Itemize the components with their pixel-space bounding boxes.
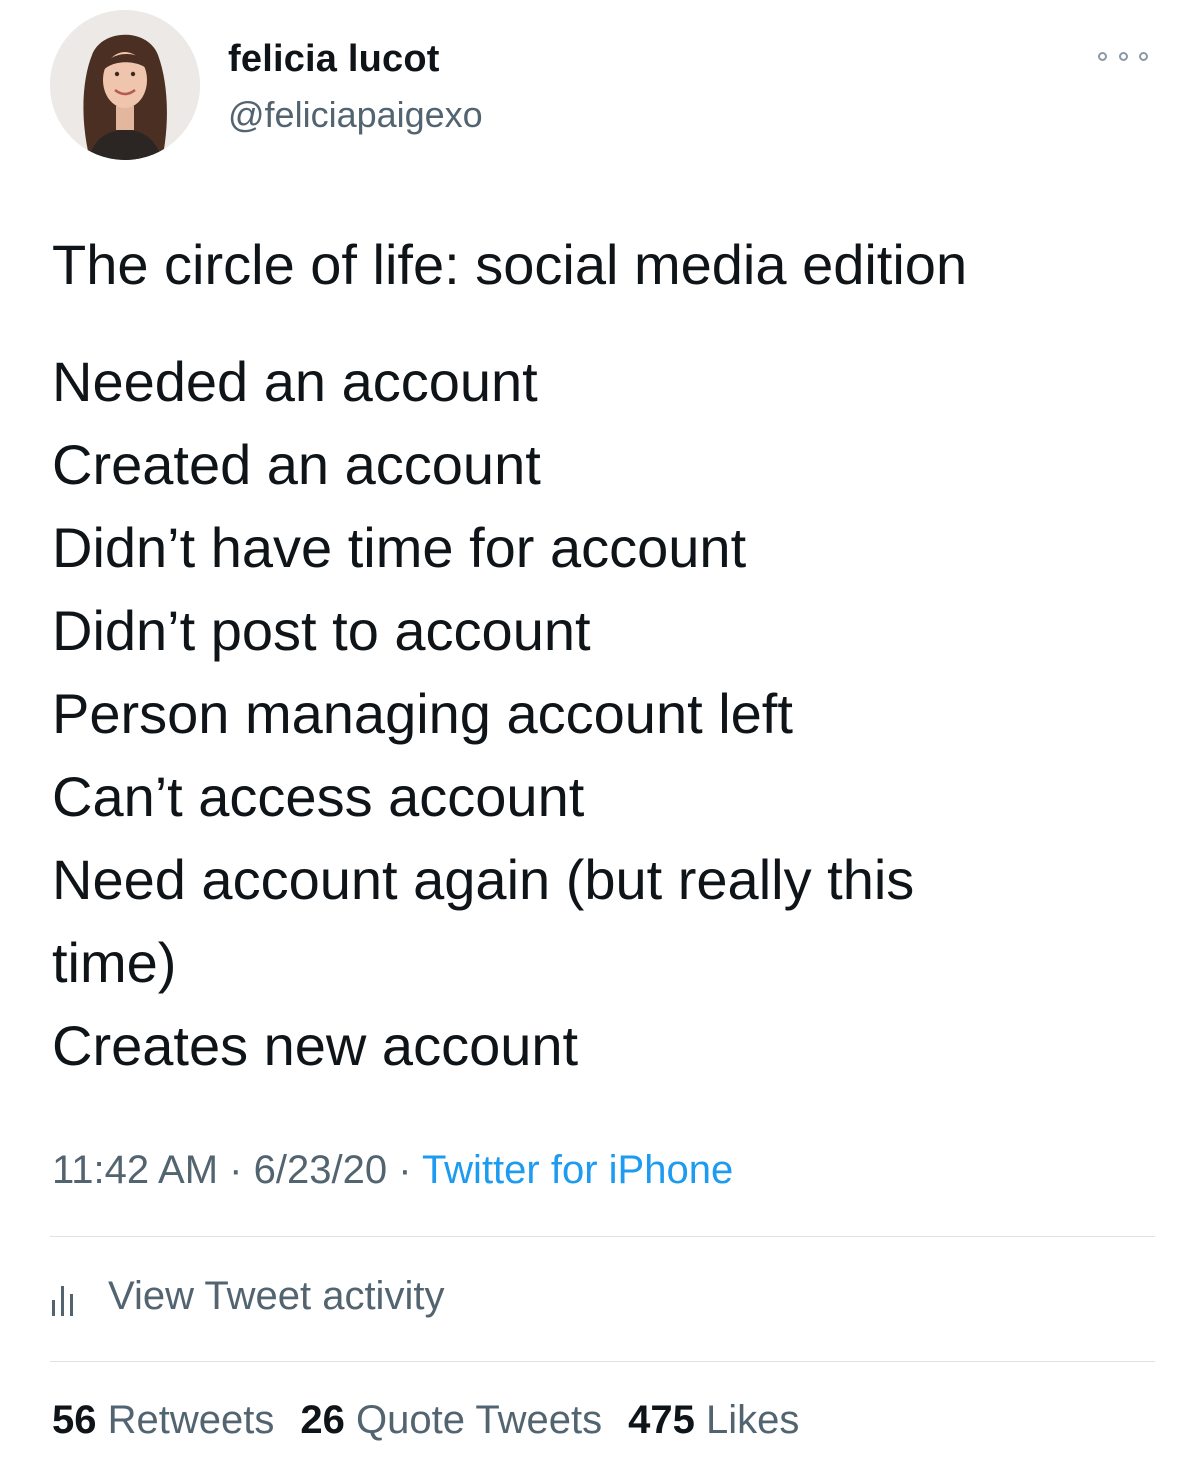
view-tweet-activity-label: View Tweet activity <box>108 1273 445 1318</box>
divider <box>50 1236 1155 1237</box>
author-display-name[interactable]: felicia lucot <box>228 38 440 81</box>
tweet-stats: 56 Retweets 26 Quote Tweets 475 Likes <box>52 1398 799 1443</box>
author-handle[interactable]: @feliciapaigexo <box>228 94 483 136</box>
tweet-line: time) <box>52 931 177 994</box>
tweet-line: Person managing account left <box>52 682 793 745</box>
retweets-stat[interactable]: 56 Retweets <box>52 1398 274 1443</box>
tweet-header: felicia lucot @feliciapaigexo <box>50 10 1150 160</box>
quote-tweets-stat[interactable]: 26 Quote Tweets <box>300 1398 602 1443</box>
ellipsis-icon <box>1098 51 1107 61</box>
quote-tweets-label: Quote Tweets <box>356 1398 603 1442</box>
avatar[interactable] <box>50 10 200 160</box>
tweet-meta: 11:42 AM · 6/23/20 · Twitter for iPhone <box>52 1148 733 1193</box>
profile-photo-icon <box>50 10 200 160</box>
tweet-line: Needed an account <box>52 350 538 413</box>
likes-count: 475 <box>628 1398 695 1442</box>
retweets-label: Retweets <box>107 1398 275 1442</box>
bar-chart-icon <box>52 1276 82 1316</box>
tweet-source-link[interactable]: Twitter for iPhone <box>422 1148 733 1192</box>
tweet-line: Need account again (but really this <box>52 848 915 911</box>
tweet-line: Didn’t post to account <box>52 599 591 662</box>
tweet-line: Can’t access account <box>52 765 585 828</box>
tweet-detail: felicia lucot @feliciapaigexo The circle… <box>0 0 1200 1471</box>
view-tweet-activity-button[interactable]: View Tweet activity <box>52 1268 444 1324</box>
likes-stat[interactable]: 475 Likes <box>628 1398 799 1443</box>
tweet-line: Didn’t have time for account <box>52 516 747 579</box>
quote-tweets-count: 26 <box>300 1398 345 1442</box>
meta-separator: · <box>398 1148 412 1192</box>
tweet-title-line: The circle of life: social media edition <box>52 233 968 296</box>
retweets-count: 56 <box>52 1398 97 1442</box>
divider <box>50 1361 1155 1362</box>
tweet-body: Needed an account Created an account Did… <box>52 340 1112 1087</box>
ellipsis-icon <box>1118 51 1128 61</box>
tweet-line: Creates new account <box>52 1014 579 1077</box>
more-options-button[interactable] <box>1098 46 1148 66</box>
ellipsis-icon <box>1139 51 1148 61</box>
meta-separator: · <box>229 1148 243 1192</box>
tweet-line: Created an account <box>52 433 541 496</box>
tweet-date[interactable]: 6/23/20 <box>254 1148 387 1192</box>
tweet-time[interactable]: 11:42 AM <box>52 1148 218 1192</box>
likes-label: Likes <box>705 1398 800 1442</box>
